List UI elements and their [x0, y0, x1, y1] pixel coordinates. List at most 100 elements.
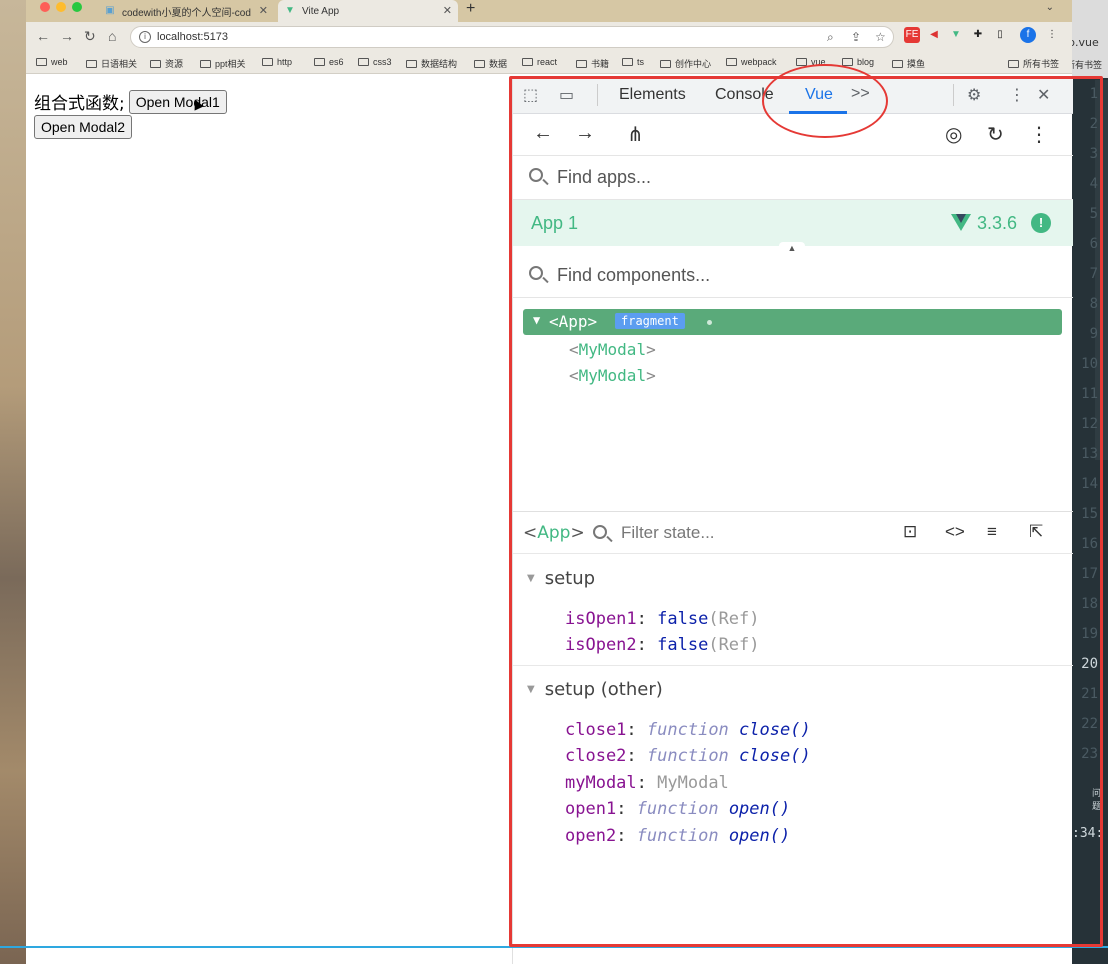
collapse-triangle-icon[interactable]: ▼	[527, 573, 535, 584]
bookmark-item[interactable]: 所有书签	[1008, 57, 1059, 70]
state-prop[interactable]: close1: function close()	[565, 720, 811, 740]
close-devtools-icon[interactable]: ✕	[1037, 85, 1050, 105]
tree-node-mymodal[interactable]: <MyModal>	[569, 366, 656, 385]
editor-problems-label[interactable]: 问题	[1092, 786, 1108, 812]
tab-search-chevron-icon[interactable]: ⌄	[1046, 2, 1054, 13]
bookmark-item[interactable]: http	[262, 57, 292, 67]
vue-devtools-extension-icon[interactable]: ▼	[948, 27, 964, 43]
tab-codewith[interactable]: ▣ codewith小夏的个人空间-cod ✕	[98, 0, 274, 22]
share-icon[interactable]: ⇪	[851, 30, 861, 44]
open-in-editor-icon[interactable]: ⇱	[1029, 522, 1043, 542]
line-number: 17	[1081, 566, 1098, 582]
bookmark-item[interactable]: es6	[314, 57, 344, 67]
section-setup-other[interactable]: ▼ setup (other)	[527, 679, 663, 700]
find-components-bar[interactable]: Find components...	[513, 254, 1073, 298]
url-input[interactable]: i localhost:5173 ⌕ ⇪ ☆	[130, 26, 894, 48]
search-icon	[529, 168, 543, 182]
more-tabs-icon[interactable]: >>	[851, 85, 870, 103]
inspect-dom-icon[interactable]: ≡	[987, 522, 997, 542]
collapse-triangle-icon[interactable]: ▼	[527, 684, 535, 695]
bookmark-item[interactable]: vue	[796, 57, 826, 67]
new-tab-button[interactable]: +	[466, 0, 475, 18]
state-prop[interactable]: close2: function close()	[565, 746, 811, 766]
find-apps-input[interactable]: Find apps...	[557, 167, 651, 188]
profile-avatar[interactable]: f	[1020, 27, 1036, 43]
open-modal1-button[interactable]: Open Modal1	[128, 89, 227, 114]
bookmark-item[interactable]: 数据结构	[406, 57, 457, 70]
expand-triangle-icon[interactable]: ▼	[533, 313, 540, 327]
tree-node-app[interactable]: ▼ <App> fragment	[523, 309, 1062, 335]
site-info-icon[interactable]: i	[139, 31, 151, 43]
megaphone-extension-icon[interactable]: ◀	[926, 27, 942, 43]
back-arrow-icon[interactable]: ←	[533, 122, 553, 145]
collapse-apps-icon[interactable]: ▲	[779, 242, 805, 254]
sidepanel-icon[interactable]: ▯	[992, 27, 1008, 43]
fe-extension-icon[interactable]: FE	[904, 27, 920, 43]
open-modal2-button[interactable]: Open Modal2	[34, 115, 133, 139]
line-number: 12	[1081, 416, 1098, 432]
app-selector-row[interactable]: App 1 3.3.6 !	[513, 200, 1073, 246]
browser-menu-icon[interactable]: ⋮	[1044, 27, 1060, 43]
zoom-icon[interactable]: ⌕	[827, 30, 834, 45]
state-prop[interactable]: myModal: MyModal	[565, 773, 729, 793]
find-apps-bar[interactable]: Find apps...	[513, 156, 1073, 200]
find-components-input[interactable]: Find components...	[557, 265, 710, 286]
vue-version: 3.3.6	[977, 213, 1018, 233]
line-number: 11	[1081, 386, 1098, 402]
tab-elements[interactable]: Elements	[619, 86, 686, 104]
bookmark-item[interactable]: ts	[622, 57, 644, 67]
devtools-panel: ⬚ ▭ Elements Console Vue >> ⚙ ⋮ ✕ ← → ⋔ …	[512, 76, 1073, 964]
minimize-window-button[interactable]	[56, 2, 66, 12]
back-icon[interactable]: ←	[36, 28, 50, 44]
refresh-icon[interactable]: ↻	[987, 122, 1004, 147]
bookmark-item[interactable]: 资源	[150, 57, 183, 70]
forward-arrow-icon[interactable]: →	[575, 122, 595, 145]
close-window-button[interactable]	[40, 2, 50, 12]
tree-node-mymodal[interactable]: <MyModal>	[569, 340, 656, 359]
bookmark-item[interactable]: web	[36, 57, 68, 67]
editor-tab-name[interactable]: p.vue	[1068, 36, 1099, 49]
device-toolbar-icon[interactable]: ▭	[559, 85, 574, 105]
status-dot	[707, 320, 712, 325]
state-prop[interactable]: isOpen1: false(Ref)	[565, 609, 760, 629]
select-component-icon[interactable]: ◎	[945, 122, 962, 147]
tab-console[interactable]: Console	[715, 86, 774, 104]
state-prop[interactable]: isOpen2: false(Ref)	[565, 635, 760, 655]
bookmark-item[interactable]: react	[522, 57, 557, 67]
warning-badge-icon[interactable]: !	[1031, 213, 1051, 233]
settings-gear-icon[interactable]: ⚙	[967, 85, 981, 105]
maximize-window-button[interactable]	[72, 2, 82, 12]
line-number: 3	[1089, 146, 1098, 162]
tree-node-label: <App>	[549, 312, 598, 331]
bookmark-item[interactable]: css3	[358, 57, 392, 67]
bookmark-item[interactable]: ppt相关	[200, 57, 246, 70]
bookmark-item[interactable]: 摸鱼	[892, 57, 925, 70]
scroll-to-component-icon[interactable]: ⊡	[903, 522, 917, 542]
state-prop[interactable]: open1: function open()	[565, 799, 790, 819]
close-tab-icon[interactable]: ✕	[443, 4, 452, 17]
close-tab-icon[interactable]: ✕	[259, 4, 268, 17]
show-render-code-icon[interactable]: <>	[945, 522, 965, 542]
bookmark-item[interactable]: blog	[842, 57, 874, 67]
line-number: 5	[1089, 206, 1098, 222]
section-setup[interactable]: ▼ setup	[527, 568, 595, 589]
tab-vue[interactable]: Vue	[805, 86, 833, 104]
filter-state-input[interactable]: Filter state...	[621, 523, 715, 543]
bookmark-item[interactable]: 书籍	[576, 57, 609, 70]
vue-menu-icon[interactable]: ⋮	[1029, 122, 1049, 147]
bilibili-icon: ▣	[105, 5, 115, 16]
forward-icon[interactable]: →	[60, 28, 74, 44]
devtools-menu-icon[interactable]: ⋮	[1009, 85, 1025, 105]
star-icon[interactable]: ☆	[875, 30, 886, 44]
reload-icon[interactable]: ↻	[84, 28, 96, 45]
bookmark-item[interactable]: 创作中心	[660, 57, 711, 70]
state-prop[interactable]: open2: function open()	[565, 826, 790, 846]
tab-vite-app[interactable]: ▼ Vite App ✕	[278, 0, 458, 22]
extensions-puzzle-icon[interactable]: ✚	[970, 27, 986, 43]
bookmark-item[interactable]: 数据	[474, 57, 507, 70]
bookmark-item[interactable]: 日语相关	[86, 57, 137, 70]
inspect-element-icon[interactable]: ⬚	[523, 85, 538, 105]
bookmark-item[interactable]: webpack	[726, 57, 777, 67]
home-icon[interactable]: ⌂	[108, 28, 116, 44]
component-tree-icon[interactable]: ⋔	[627, 122, 644, 147]
